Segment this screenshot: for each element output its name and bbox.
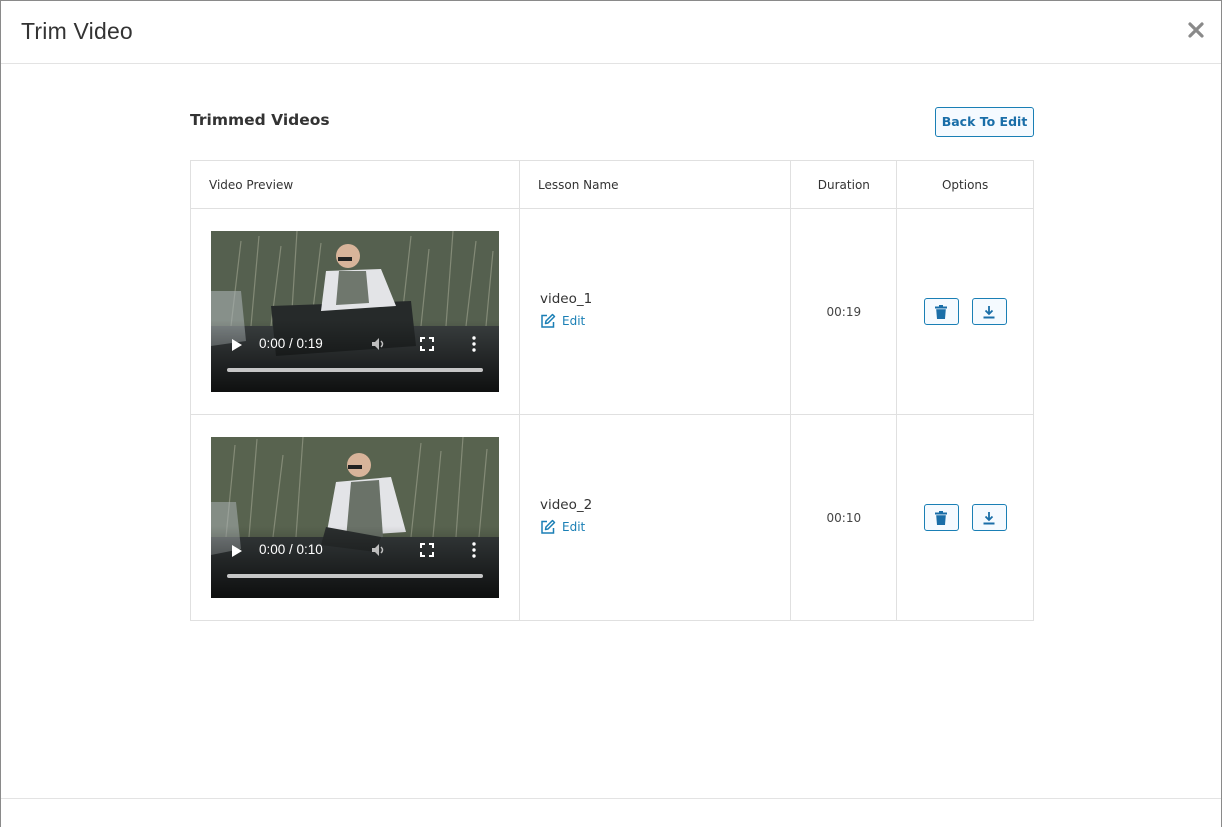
trash-icon bbox=[935, 304, 948, 319]
fullscreen-icon[interactable] bbox=[420, 337, 434, 351]
trash-icon bbox=[935, 510, 948, 525]
edit-lesson-link[interactable]: Edit bbox=[540, 519, 585, 535]
play-icon[interactable] bbox=[231, 338, 243, 352]
edit-label: Edit bbox=[562, 313, 586, 328]
download-icon bbox=[983, 305, 995, 318]
table-row: 0:00 / 0:19 video_1 Edit 00:19 bbox=[190, 208, 1034, 415]
delete-button[interactable] bbox=[923, 298, 959, 325]
modal-header: Trim Video bbox=[1, 1, 1221, 64]
delete-button[interactable] bbox=[923, 504, 959, 531]
trim-video-modal: Trim Video Trimmed Videos Back To Edit V… bbox=[0, 0, 1222, 827]
play-icon[interactable] bbox=[231, 544, 243, 558]
modal-footer-divider bbox=[1, 798, 1221, 799]
column-header-duration: Duration bbox=[790, 160, 898, 209]
edit-lesson-link[interactable]: Edit bbox=[540, 313, 585, 329]
video-preview-cell: 0:00 / 0:19 bbox=[190, 208, 520, 415]
video-progress-bar[interactable] bbox=[227, 574, 483, 578]
lesson-name-cell: video_1 Edit bbox=[518, 208, 792, 415]
lesson-name: video_1 bbox=[540, 290, 593, 307]
video-preview-cell: 0:00 / 0:10 bbox=[190, 414, 520, 621]
column-header-video-preview: Video Preview bbox=[190, 160, 520, 209]
volume-icon[interactable] bbox=[371, 542, 387, 558]
fullscreen-icon[interactable] bbox=[420, 543, 434, 557]
more-options-icon[interactable] bbox=[472, 336, 476, 352]
video-time: 0:00 / 0:10 bbox=[259, 542, 323, 557]
video-time: 0:00 / 0:19 bbox=[259, 336, 323, 351]
section-title: Trimmed Videos bbox=[190, 111, 330, 129]
video-player[interactable]: 0:00 / 0:19 bbox=[211, 231, 499, 392]
options-cell bbox=[896, 208, 1034, 415]
duration-value: 00:10 bbox=[790, 414, 898, 621]
edit-label: Edit bbox=[562, 519, 586, 534]
edit-icon bbox=[541, 519, 556, 534]
back-to-edit-button[interactable]: Back To Edit bbox=[935, 107, 1034, 137]
edit-icon bbox=[541, 313, 556, 328]
video-controls bbox=[211, 320, 499, 392]
column-header-options: Options bbox=[896, 160, 1034, 209]
volume-icon[interactable] bbox=[371, 336, 387, 352]
video-controls bbox=[211, 526, 499, 598]
download-button[interactable] bbox=[971, 504, 1007, 531]
column-header-lesson-name: Lesson Name bbox=[518, 160, 792, 209]
options-cell bbox=[896, 414, 1034, 621]
close-icon[interactable] bbox=[1185, 19, 1207, 41]
modal-title: Trim Video bbox=[21, 18, 133, 44]
more-options-icon[interactable] bbox=[472, 542, 476, 558]
trimmed-videos-table: Video Preview Lesson Name Duration Optio… bbox=[190, 160, 1034, 621]
download-icon bbox=[983, 511, 995, 524]
lesson-name: video_2 bbox=[540, 496, 593, 513]
lesson-name-cell: video_2 Edit bbox=[518, 414, 792, 621]
duration-value: 00:19 bbox=[790, 208, 898, 415]
video-player[interactable]: 0:00 / 0:10 bbox=[211, 437, 499, 598]
table-row: 0:00 / 0:10 video_2 Edit 00:10 bbox=[190, 414, 1034, 621]
download-button[interactable] bbox=[971, 298, 1007, 325]
video-progress-bar[interactable] bbox=[227, 368, 483, 372]
table-header-row: Video Preview Lesson Name Duration Optio… bbox=[190, 160, 1034, 209]
